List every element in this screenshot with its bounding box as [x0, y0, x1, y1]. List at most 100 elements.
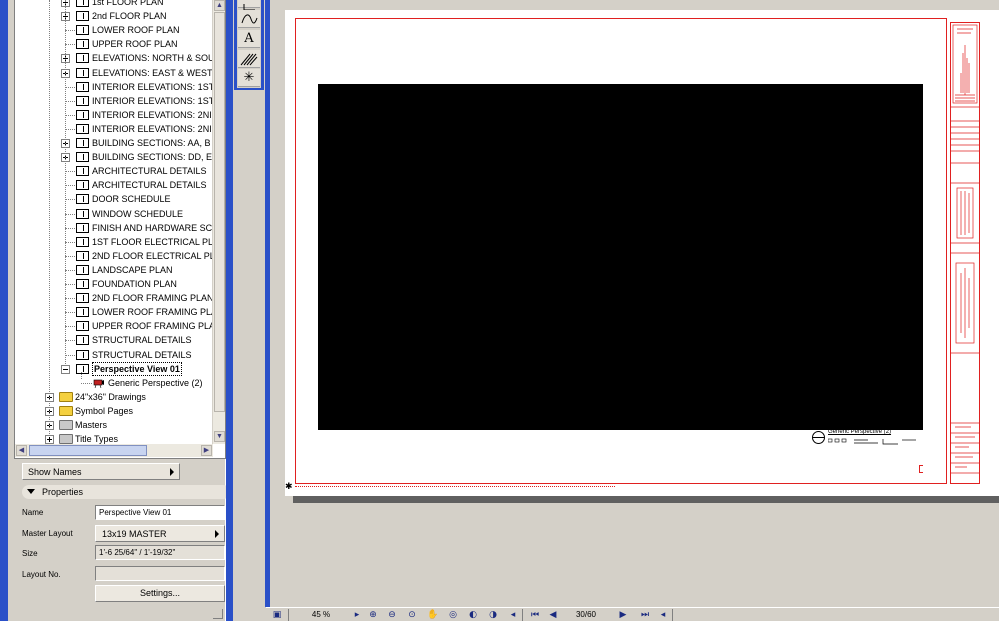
view-title-text: Generic Perspective (2) — [828, 429, 892, 435]
layout-number-field[interactable] — [95, 566, 225, 581]
drawing-canvas[interactable]: Generic Perspective (2) ✱ — [270, 0, 999, 607]
show-names-dropdown[interactable]: Show Names — [22, 463, 180, 480]
tree-connector — [65, 242, 75, 243]
tree-item-layout[interactable]: INTERIOR ELEVATIONS: 1ST — [15, 94, 213, 108]
tree-item-layout[interactable]: 2nd FLOOR PLAN — [15, 9, 213, 23]
zoom-level[interactable]: 45 % — [296, 609, 346, 621]
scroll-thumb[interactable] — [214, 12, 225, 412]
tree-item-layout[interactable]: BUILDING SECTIONS: AA, B — [15, 136, 213, 150]
scroll-left-arrow[interactable]: ◀ — [16, 445, 27, 456]
tree-item-layout[interactable]: FINISH AND HARDWARE SCH — [15, 221, 213, 235]
tree-item-layout[interactable]: INTERIOR ELEVATIONS: 1ST — [15, 80, 213, 94]
tree-item-label: Symbol Pages — [75, 406, 134, 416]
next-page-icon[interactable]: ▶ — [616, 609, 630, 621]
tree-folder[interactable]: 24"x36" Drawings — [15, 390, 213, 404]
scroll-left-icon[interactable]: ◂ — [506, 609, 520, 621]
first-page-icon[interactable]: ⏮ — [528, 609, 542, 621]
line-tool-icon[interactable] — [238, 0, 260, 11]
tree-item-layout[interactable]: STRUCTURAL DETAILS — [15, 333, 213, 347]
tree-connector — [65, 129, 75, 130]
perspective-drawing[interactable] — [318, 84, 923, 430]
zoom-fit-icon[interactable]: ⊙ — [405, 609, 419, 621]
tree-item-layout[interactable]: 1st FLOOR PLAN — [15, 0, 213, 9]
tree-vertical-scrollbar[interactable]: ▲ ▼ — [212, 0, 225, 444]
tree-folder[interactable]: Symbol Pages — [15, 404, 213, 418]
zoom-menu-icon[interactable]: ▸ — [350, 609, 364, 621]
tree-item-layout[interactable]: ARCHITECTURAL DETAILS — [15, 178, 213, 192]
tree-item-camera[interactable]: Generic Perspective (2) — [15, 376, 213, 390]
previous-view-icon[interactable]: ◐ — [466, 609, 480, 621]
tree-folder[interactable]: Masters — [15, 418, 213, 432]
zoom-out-icon[interactable]: ⊖ — [385, 609, 399, 621]
tree-item-layout[interactable]: ARCHITECTURAL DETAILS — [15, 164, 213, 178]
layout-tree[interactable]: 1st FLOOR PLAN 2nd FLOOR PLAN LOWER ROOF P… — [14, 0, 226, 459]
tree-item-label: UPPER ROOF FRAMING PLAN — [92, 321, 213, 331]
pan-hand-icon[interactable]: ✋ — [426, 609, 440, 621]
tree-connector — [81, 383, 92, 384]
name-field[interactable]: Perspective View 01 — [95, 505, 225, 520]
tree-item-layout[interactable]: FOUNDATION PLAN — [15, 277, 213, 291]
scroll-page-left-icon[interactable]: ◂ — [656, 609, 670, 621]
tree-item-layout[interactable]: DOOR SCHEDULE — [15, 192, 213, 206]
fit-window-icon[interactable]: ◎ — [446, 609, 460, 621]
tree-item-layout[interactable]: 1ST FLOOR ELECTRICAL PLA — [15, 235, 213, 249]
scroll-up-arrow[interactable]: ▲ — [214, 0, 225, 11]
horizontal-scrollbar[interactable] — [672, 609, 999, 621]
tree-item-layout[interactable]: LOWER ROOF FRAMING PLA — [15, 305, 213, 319]
status-separator — [288, 609, 289, 621]
hotspot-tool-icon[interactable]: ✳ — [238, 69, 260, 87]
tree-item-layout[interactable]: INTERIOR ELEVATIONS: 2NI — [15, 108, 213, 122]
fill-tool-icon[interactable] — [238, 50, 260, 68]
navigator-panel: 1st FLOOR PLAN 2nd FLOOR PLAN LOWER ROOF P… — [0, 0, 233, 621]
next-view-icon[interactable]: ◑ — [486, 609, 500, 621]
tree-connector — [65, 228, 75, 229]
tree-item-layout[interactable]: UPPER ROOF FRAMING PLAN — [15, 319, 213, 333]
properties-header[interactable]: Properties — [22, 485, 230, 499]
layout-view-icon[interactable]: ▣ — [270, 609, 284, 621]
tree-item-label: ARCHITECTURAL DETAILS — [92, 166, 207, 176]
layout-sheet-icon — [76, 180, 89, 190]
tree-item-layout[interactable]: WINDOW SCHEDULE — [15, 207, 213, 221]
tree-connector — [65, 115, 75, 116]
tree-item-layout[interactable]: UPPER ROOF PLAN — [15, 37, 213, 51]
tree-connector — [65, 312, 75, 313]
tree-item-layout[interactable]: STRUCTURAL DETAILS — [15, 348, 213, 362]
tree-item-layout[interactable]: LANDSCAPE PLAN — [15, 263, 213, 277]
status-bar: ▣ 45 % ▸ ⊕ ⊖ ⊙ ✋ ◎ ◐ ◑ ◂ ⏮ ◀ 30/60 ▶ ⏭ ◂ — [266, 607, 999, 621]
scroll-thumb-horizontal[interactable] — [29, 445, 147, 456]
layout-sheet-icon — [76, 251, 89, 261]
zoom-in-icon[interactable]: ⊕ — [366, 609, 380, 621]
tree-item-layout[interactable]: Perspective View 01 — [15, 362, 213, 376]
scroll-down-arrow[interactable]: ▼ — [214, 431, 225, 442]
sheet-edge — [285, 10, 286, 496]
tree-connector — [65, 270, 75, 271]
layout-sheet-icon — [76, 96, 89, 106]
toolbox-palette: A ✳ — [234, 0, 264, 90]
previous-page-icon[interactable]: ◀ — [546, 609, 560, 621]
scroll-right-arrow[interactable]: ▶ — [201, 445, 212, 456]
tree-item-layout[interactable]: 2ND FLOOR ELECTRICAL PLA — [15, 249, 213, 263]
tree-item-layout[interactable]: ELEVATIONS: NORTH & SOU — [15, 51, 213, 65]
spline-tool-icon[interactable] — [238, 10, 260, 28]
tree-item-label: WINDOW SCHEDULE — [92, 209, 184, 219]
expand-icon[interactable] — [45, 435, 54, 444]
tree-item-layout[interactable]: LOWER ROOF PLAN — [15, 23, 213, 37]
tree-item-layout[interactable]: BUILDING SECTIONS: DD, E — [15, 150, 213, 164]
resize-grip-icon[interactable] — [213, 609, 223, 619]
layout-sheet[interactable]: Generic Perspective (2) ✱ — [285, 10, 999, 496]
text-tool-icon[interactable]: A — [238, 30, 260, 48]
tree-horizontal-scrollbar[interactable]: ◀ ▶ — [15, 444, 213, 457]
page-indicator[interactable]: 30/60 — [566, 609, 606, 621]
tree-item-layout[interactable]: ELEVATIONS: EAST & WEST — [15, 66, 213, 80]
settings-button[interactable]: Settings... — [95, 585, 225, 602]
master-layout-dropdown[interactable]: 13x19 MASTER — [95, 525, 225, 542]
camera-icon — [93, 378, 105, 389]
last-page-icon[interactable]: ⏭ — [638, 609, 652, 621]
tree-item-layout[interactable]: 2ND FLOOR FRAMING PLAN — [15, 291, 213, 305]
collapse-icon[interactable] — [61, 365, 70, 374]
tree-folder[interactable]: Title Types — [15, 432, 213, 444]
tree-item-layout[interactable]: INTERIOR ELEVATIONS: 2NI — [15, 122, 213, 136]
tree-connector — [65, 87, 75, 88]
folder-icon — [59, 434, 73, 444]
tree-item-label: 2ND FLOOR FRAMING PLAN — [92, 293, 213, 303]
